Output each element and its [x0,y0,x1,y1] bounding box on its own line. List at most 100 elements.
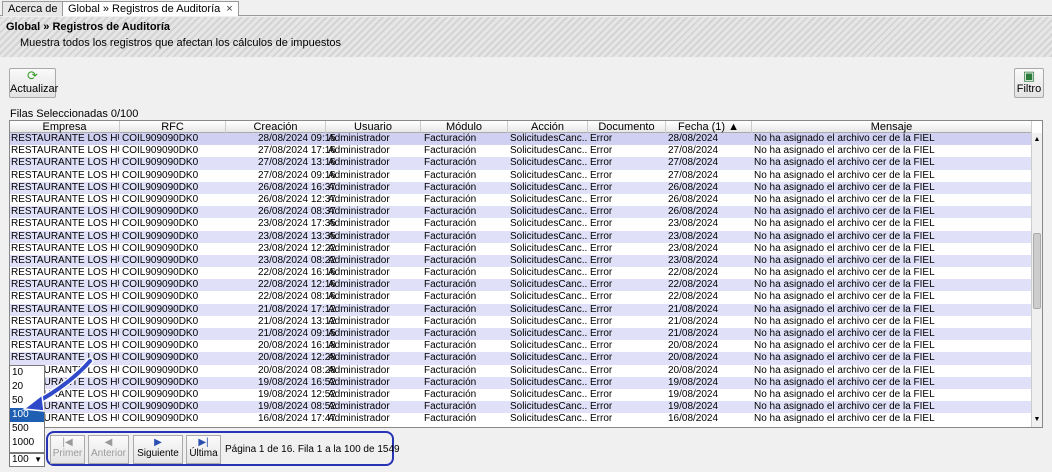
tab-acerca[interactable]: Acerca de [2,1,64,16]
table-cell: Error [590,413,613,425]
table-row[interactable]: RESTAURANTE LOS HUA...COIL909090DK020/08… [10,340,1032,352]
next-page-label: Siguiente [137,448,179,459]
close-icon[interactable]: × [226,3,232,15]
table-row[interactable]: RESTAURANTE LOS HUA...COIL909090DK0 22/08… [10,291,1032,303]
table-row[interactable]: RESTAURANTE LOS HUA...COIL909090DK0 26/08… [10,181,1032,194]
table-cell: Error [590,157,613,169]
table-cell: COIL909090DK0 [122,315,199,327]
table-cell: COIL909090DK0 [122,206,199,218]
page-size-dropdown[interactable]: 10 20 50 100 500 1000 [9,365,45,453]
refresh-button[interactable]: ⟳ Actualizar [9,68,58,98]
next-page-button[interactable]: ▶ Siguiente [133,435,183,464]
table-cell: Error [590,340,613,352]
col-creacion[interactable]: Creación [226,121,326,133]
table-cell: No ha asignado el archivo cer de la FIEL [754,230,935,242]
table-cell: Error [590,267,613,279]
table-cell: Error [590,218,613,230]
col-documento[interactable]: Documento [588,121,666,133]
col-usuario[interactable]: Usuario [326,121,421,133]
last-page-label: Última [189,448,218,459]
last-page-button[interactable]: ▶| Última [186,435,221,464]
tab-audit-log[interactable]: Global » Registros de Auditoría × [62,1,239,16]
table-cell: Administrador [328,267,390,279]
col-rfc[interactable]: RFC [120,121,226,133]
page-size-option[interactable]: 100 [10,408,44,422]
table-cell: Administrador [328,206,390,218]
page-size-option[interactable]: 10 [10,366,44,380]
table-cell: No ha asignado el archivo cer de la FIEL [754,376,935,388]
table-cell: Error [590,242,613,254]
filter-button[interactable]: ▣ Filtro [1014,68,1044,98]
tab-label: Global » Registros de Auditoría [68,3,221,15]
scroll-down-icon[interactable]: ▼ [1032,415,1042,425]
table-cell: No ha asignado el archivo cer de la FIEL [754,169,935,181]
table-row[interactable]: RESTAURANTE LOS HUA...COIL909090DK0 21/08… [10,303,1032,316]
table-row[interactable]: RESTAURANTE LOS HUA...COIL909090DK0 27/08… [10,145,1032,157]
table-cell: 16/08/2024 [668,413,719,425]
table-cell: Administrador [328,340,390,352]
table-cell: No ha asignado el archivo cer de la FIEL [754,267,935,279]
table-row[interactable]: RESTAURANTE LOS HUA...COIL909090DK0 26/08… [10,206,1032,219]
table-row[interactable]: RESTAURANTE LOS HUA...COIL909090DK0 27/08… [10,170,1032,182]
page-size-select[interactable]: 100 ▼ [9,453,45,467]
page-size-option[interactable]: 1000 [10,436,44,450]
table-row[interactable]: RESTAURANTE LOS HUA...COIL909090DK0 23/08… [10,218,1032,230]
next-page-icon: ▶ [154,437,162,448]
page-title: Global » Registros de Auditoría [6,21,171,33]
table-row[interactable]: RESTAURANTE LOS HUA...COIL909090DK019/08… [10,376,1032,389]
vertical-scrollbar[interactable]: ▲ ▼ [1031,133,1042,427]
table-row[interactable]: RESTAURANTE LOS HUA...COIL909090DK0 22/08… [10,267,1032,279]
col-mensaje[interactable]: Mensaje [752,121,1032,133]
table-cell: COIL909090DK0 [122,303,199,315]
table-cell: RESTAURANTE LOS HUA... [11,242,119,254]
table-cell: COIL909090DK0 [122,376,199,388]
table-cell: SolicitudesCanc... [510,315,588,327]
table-row[interactable]: RESTAURANTE LOS HUA...COIL909090DK0 26/08… [10,194,1032,206]
table-row[interactable]: RESTAURANTE LOS HUA...COIL909090DK0 21/08… [10,328,1032,341]
table-row[interactable]: RESTAURANTE LOS HUA...COIL909090DK0 22/08… [10,279,1032,292]
prev-page-button[interactable]: ◀ Anterior [88,435,129,464]
scroll-thumb[interactable] [1033,233,1041,309]
table-cell: Error [590,376,613,388]
page-size-option[interactable]: 500 [10,422,44,436]
col-fecha[interactable]: Fecha (1) ▲ [666,121,752,133]
table-cell: SolicitudesCanc... [510,376,588,388]
first-page-button[interactable]: |◀ Primer [50,435,85,464]
table-row[interactable]: RESTAURANTE LOS HUA...COIL909090DK0 23/08… [10,243,1032,255]
table-cell: RESTAURANTE LOS HUA... [11,193,119,205]
table-row[interactable]: RESTAURANTE LOS HUA...COIL909090DK0 23/08… [10,230,1032,243]
page-description: Muestra todos los registros que afectan … [20,37,341,49]
table-row[interactable]: RESTAURANTE LOS HUA...COIL909090DK020/08… [10,352,1032,365]
page-size-option[interactable]: 50 [10,394,44,408]
table-cell: Facturación [424,218,477,230]
table-cell: No ha asignado el archivo cer de la FIEL [754,242,935,254]
col-modulo[interactable]: Módulo [421,121,508,133]
table-cell: Administrador [328,133,390,144]
table-cell: 23/08/2024 [668,218,719,230]
table-cell: 22/08/2024 [668,279,719,291]
table-row[interactable]: RESTAURANTE LOS HUA...COIL909090DK019/08… [10,401,1032,414]
table-cell: Facturación [424,388,477,400]
table-cell: SolicitudesCanc... [510,401,588,413]
table-row[interactable]: RESTAURANTE LOS HUA...COIL909090DK0 21/08… [10,316,1032,328]
table-row[interactable]: RESTAURANTE LOS HUA...COIL909090DK019/08… [10,389,1032,401]
table-cell: SolicitudesCanc... [510,133,588,144]
table-row[interactable]: RESTAURANTE LOS HUA...COIL909090DK020/08… [10,365,1032,377]
table-row[interactable]: RESTAURANTE LOS HUA...COIL909090DK016/08… [10,413,1032,425]
table-cell: 22/08/2024 [668,267,719,279]
table-cell: 19/08/2024 [668,401,719,413]
table-row[interactable]: RESTAURANTE LOS HUA...COIL909090DK0 23/08… [10,254,1032,268]
page-size-option[interactable]: 20 [10,380,44,394]
table-cell: Administrador [328,364,390,376]
scroll-up-icon[interactable]: ▲ [1032,135,1042,145]
table-row[interactable]: RESTAURANTE LOS HUA...COIL909090DK0 27/08… [10,157,1032,170]
col-accion[interactable]: Acción [508,121,588,133]
table-cell: Facturación [424,145,477,157]
col-empresa[interactable]: Empresa [10,121,120,133]
grid-rows: RESTAURANTE LOS HUA...COIL909090DK028/08… [10,133,1032,426]
page-header: Global » Registros de Auditoría Muestra … [0,17,1052,57]
table-cell: No ha asignado el archivo cer de la FIEL [754,193,935,205]
table-cell: 21/08/2024 [668,328,719,339]
table-row[interactable]: RESTAURANTE LOS HUA...COIL909090DK0 28/08… [10,133,1032,146]
table-cell: No ha asignado el archivo cer de la FIEL [754,364,935,376]
